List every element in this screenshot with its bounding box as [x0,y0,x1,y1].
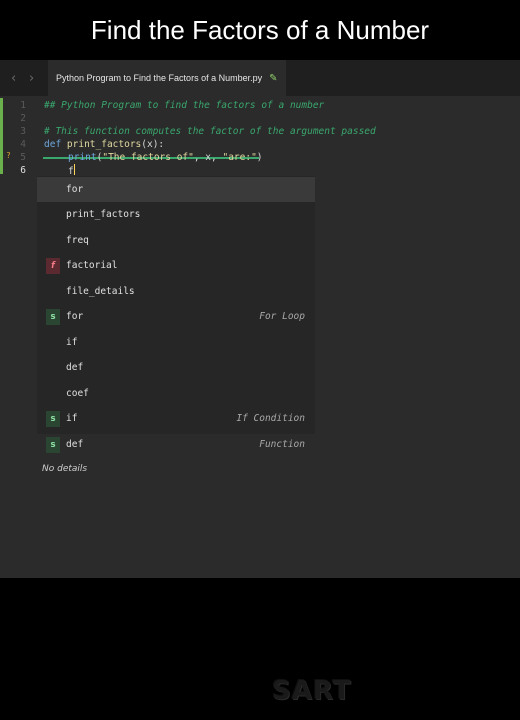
line-number: 1 [20,100,26,111]
item-label: def [66,439,84,450]
item-label: for [66,184,84,195]
item-label: def [66,362,84,373]
item-label: for [66,311,84,322]
chevron-right-icon[interactable]: › [29,71,34,86]
item-label: print_factors [66,209,141,220]
item-label: factorial [66,260,118,271]
autocomplete-item[interactable]: coef [37,381,315,406]
function-badge-icon: f [46,257,60,274]
item-label: freq [66,235,89,246]
item-label: file_details [66,286,135,297]
pencil-icon: ✎ [269,72,278,84]
line-gutter: 1 2 3 4 ? 5 6 [0,96,38,578]
tab-bar: ‹ › Python Program to Find the Factors o… [0,60,520,96]
details-text: No details [42,464,88,474]
params: (x): [141,139,165,150]
line-number: 5 [20,152,26,163]
snippet-badge-icon: s [46,410,60,427]
autocomplete-details: No details [37,457,319,481]
chevron-left-icon[interactable]: ‹ [11,71,16,86]
file-tab-label: Python Program to Find the Factors of a … [56,73,263,83]
file-tab[interactable]: Python Program to Find the Factors of a … [48,60,286,96]
line-number: 4 [20,139,26,150]
autocomplete-item[interactable]: print_factors [37,202,315,227]
line-number-active: 6 [20,165,26,176]
video-title: Find the Factors of a Number [90,14,430,45]
code-line-5: print("The factors of", x, "are:") [68,151,263,164]
code-line-4: def print_factors(x): [44,138,164,151]
item-hint: For Loop [259,311,305,322]
function-name: print_factors [66,139,142,150]
string-literal: "are:" [222,152,257,163]
snippet-badge-icon: s [46,436,60,453]
text-cursor [73,164,75,175]
line-number: 2 [20,113,26,124]
autocomplete-item[interactable]: def [37,355,315,380]
line-number: 3 [20,126,26,137]
code-line-3: # This function computes the factor of t… [44,126,376,137]
autocomplete-item[interactable]: file_details [37,279,315,304]
code-line-1: ## Python Program to find the factors of… [44,100,325,111]
args: , x, [193,152,223,163]
item-label: coef [66,388,89,399]
item-label: if [66,413,78,424]
watermark-logo: SART [272,676,352,706]
autocomplete-item[interactable]: freq [37,228,315,253]
item-hint: Function [259,439,305,450]
keyword-def: def [44,139,62,150]
autocomplete-item[interactable]: if [37,330,315,355]
item-hint: If Condition [236,413,305,424]
item-label: if [66,337,78,348]
autocomplete-item[interactable]: s if If Condition [37,406,315,431]
autocomplete-item[interactable]: s def Function [37,432,315,457]
string-literal: "The factors of" [102,152,194,163]
autocomplete-item[interactable]: for [37,177,315,202]
autocomplete-item[interactable]: s for For Loop [37,304,315,329]
autocomplete-item[interactable]: f factorial [37,253,315,278]
snippet-badge-icon: s [46,308,60,325]
builtin-print: print [68,152,97,163]
paren-close: ) [256,152,263,163]
